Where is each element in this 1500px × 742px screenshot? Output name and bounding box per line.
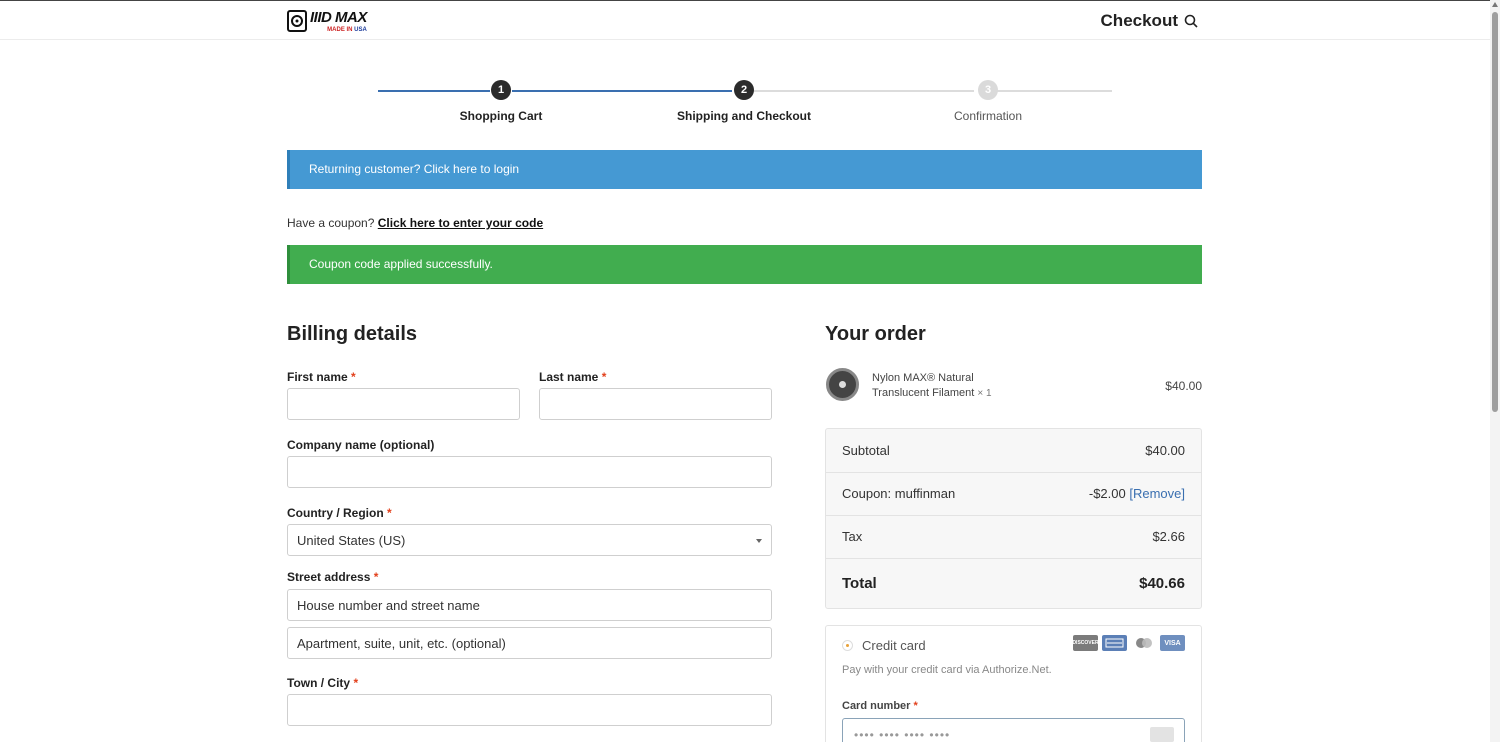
card-number-label-text: Card number bbox=[842, 700, 911, 712]
coupon-success-notice: Coupon code applied successfully. bbox=[287, 245, 1202, 284]
divider bbox=[826, 472, 1201, 473]
credit-card-radio[interactable] bbox=[842, 640, 853, 651]
order-item-qty: × 1 bbox=[977, 388, 992, 399]
required-mark: * bbox=[373, 570, 379, 584]
street-placeholder-1: House number and street name bbox=[297, 597, 480, 613]
required-mark: * bbox=[353, 676, 359, 690]
search-icon[interactable] bbox=[1184, 14, 1198, 28]
last-name-field[interactable] bbox=[539, 388, 772, 420]
order-item: Nylon MAX® Natural Translucent Filament … bbox=[872, 371, 1022, 401]
city-label: Town / City * bbox=[287, 676, 358, 690]
progress-step-shipping: 2 Shipping and Checkout bbox=[664, 80, 824, 123]
country-label-text: Country / Region bbox=[287, 506, 384, 520]
divider bbox=[826, 558, 1201, 559]
card-number-placeholder: •••• •••• •••• •••• bbox=[854, 728, 951, 742]
logo-wordmark: IIID MAX MADE IN USA bbox=[310, 9, 367, 34]
step-number: 2 bbox=[734, 80, 754, 100]
step-label: Shopping Cart bbox=[459, 109, 543, 123]
visa-card-icon: VISA bbox=[1160, 635, 1185, 651]
page-title: Checkout bbox=[1101, 11, 1198, 31]
progress-step-cart: 1 Shopping Cart bbox=[421, 80, 581, 123]
total-row: Total $40.66 bbox=[826, 575, 1201, 592]
chevron-down-icon bbox=[756, 539, 762, 543]
payment-method-label[interactable]: Credit card bbox=[862, 638, 926, 653]
returning-customer-login-notice[interactable]: Returning customer? Click here to login bbox=[287, 150, 1202, 189]
payment-description: Pay with your credit card via Authorize.… bbox=[842, 664, 1052, 676]
logo-sub-made: MADE IN bbox=[327, 26, 353, 33]
country-select-value: United States (US) bbox=[297, 532, 406, 548]
company-field[interactable] bbox=[287, 456, 772, 488]
first-name-label: First name * bbox=[287, 370, 356, 384]
logo-sub-usa: USA bbox=[354, 26, 367, 33]
step-label: Shipping and Checkout bbox=[677, 109, 811, 123]
subtotal-value: $40.00 bbox=[1145, 443, 1185, 458]
order-item-price: $40.00 bbox=[1165, 379, 1202, 393]
coupon-prompt-text: Have a coupon? bbox=[287, 216, 375, 230]
required-mark: * bbox=[387, 506, 392, 520]
scroll-up-arrow-icon[interactable] bbox=[1492, 2, 1498, 7]
company-label: Company name (optional) bbox=[287, 438, 435, 452]
tax-label: Tax bbox=[842, 529, 863, 544]
coupon-value: -$2.00 bbox=[1088, 486, 1126, 501]
tax-row: Tax $2.66 bbox=[826, 529, 1201, 544]
divider bbox=[826, 515, 1201, 516]
subtotal-row: Subtotal $40.00 bbox=[826, 443, 1201, 458]
card-number-label: Card number * bbox=[842, 700, 918, 712]
logo-text: IIID MAX bbox=[310, 8, 367, 26]
card-number-field[interactable]: •••• •••• •••• •••• bbox=[842, 718, 1185, 742]
city-field[interactable] bbox=[287, 694, 772, 726]
product-thumbnail bbox=[826, 368, 859, 401]
mastercard-icon bbox=[1131, 635, 1156, 651]
coupon-amount: -$2.00 [Remove] bbox=[1089, 486, 1185, 501]
order-totals: Subtotal $40.00 Coupon: muffinman -$2.00… bbox=[825, 428, 1202, 609]
coupon-row: Coupon: muffinman -$2.00 [Remove] bbox=[826, 486, 1201, 501]
required-mark: * bbox=[913, 700, 918, 712]
street-label: Street address * bbox=[287, 570, 378, 584]
street-address-field-2[interactable]: Apartment, suite, unit, etc. (optional) bbox=[287, 627, 772, 659]
logo-icon bbox=[287, 10, 307, 32]
amex-card-icon bbox=[1102, 635, 1127, 651]
step-number: 1 bbox=[491, 80, 511, 100]
order-item-name: Nylon MAX® Natural Translucent Filament bbox=[872, 372, 975, 399]
scrollbar-thumb[interactable] bbox=[1492, 12, 1498, 412]
card-brands: DISCOVER VISA bbox=[1072, 635, 1185, 651]
required-mark: * bbox=[601, 370, 607, 384]
required-mark: * bbox=[351, 370, 356, 384]
page-title-text: Checkout bbox=[1100, 11, 1178, 30]
street-placeholder-2: Apartment, suite, unit, etc. (optional) bbox=[297, 635, 506, 651]
step-label: Confirmation bbox=[953, 109, 1023, 123]
country-select[interactable]: United States (US) bbox=[287, 524, 772, 556]
total-value: $40.66 bbox=[1139, 575, 1185, 592]
logo-subtext: MADE IN USA bbox=[310, 27, 367, 34]
order-heading: Your order bbox=[825, 323, 926, 345]
checkout-progress: 1 Shopping Cart 2 Shipping and Checkout … bbox=[378, 80, 1112, 130]
subtotal-label: Subtotal bbox=[842, 443, 890, 458]
street-label-text: Street address bbox=[287, 570, 371, 584]
tax-value: $2.66 bbox=[1152, 529, 1185, 544]
discover-card-icon: DISCOVER bbox=[1072, 635, 1099, 651]
payment-method-credit-card: Credit card DISCOVER VISA Pay with your … bbox=[825, 625, 1202, 742]
site-header: IIID MAX MADE IN USA Checkout bbox=[0, 0, 1490, 40]
generic-card-icon bbox=[1150, 727, 1174, 742]
billing-heading: Billing details bbox=[287, 323, 418, 345]
last-name-label: Last name * bbox=[539, 370, 606, 384]
progress-step-confirmation: 3 Confirmation bbox=[908, 80, 1068, 123]
coupon-prompt: Have a coupon? Click here to enter your … bbox=[287, 216, 543, 230]
step-number: 3 bbox=[978, 80, 998, 100]
enter-coupon-link[interactable]: Click here to enter your code bbox=[378, 216, 543, 230]
last-name-label-text: Last name bbox=[539, 370, 599, 384]
site-logo[interactable]: IIID MAX MADE IN USA bbox=[287, 9, 367, 33]
coupon-label: Coupon: muffinman bbox=[842, 486, 956, 501]
country-label: Country / Region * bbox=[287, 506, 392, 520]
first-name-label-text: First name bbox=[287, 370, 348, 384]
first-name-field[interactable] bbox=[287, 388, 520, 420]
city-label-text: Town / City bbox=[287, 676, 351, 690]
page-scrollbar[interactable] bbox=[1490, 0, 1500, 742]
total-label: Total bbox=[842, 575, 877, 592]
remove-coupon-link[interactable]: [Remove] bbox=[1129, 486, 1185, 501]
street-address-field-1[interactable]: House number and street name bbox=[287, 589, 772, 621]
